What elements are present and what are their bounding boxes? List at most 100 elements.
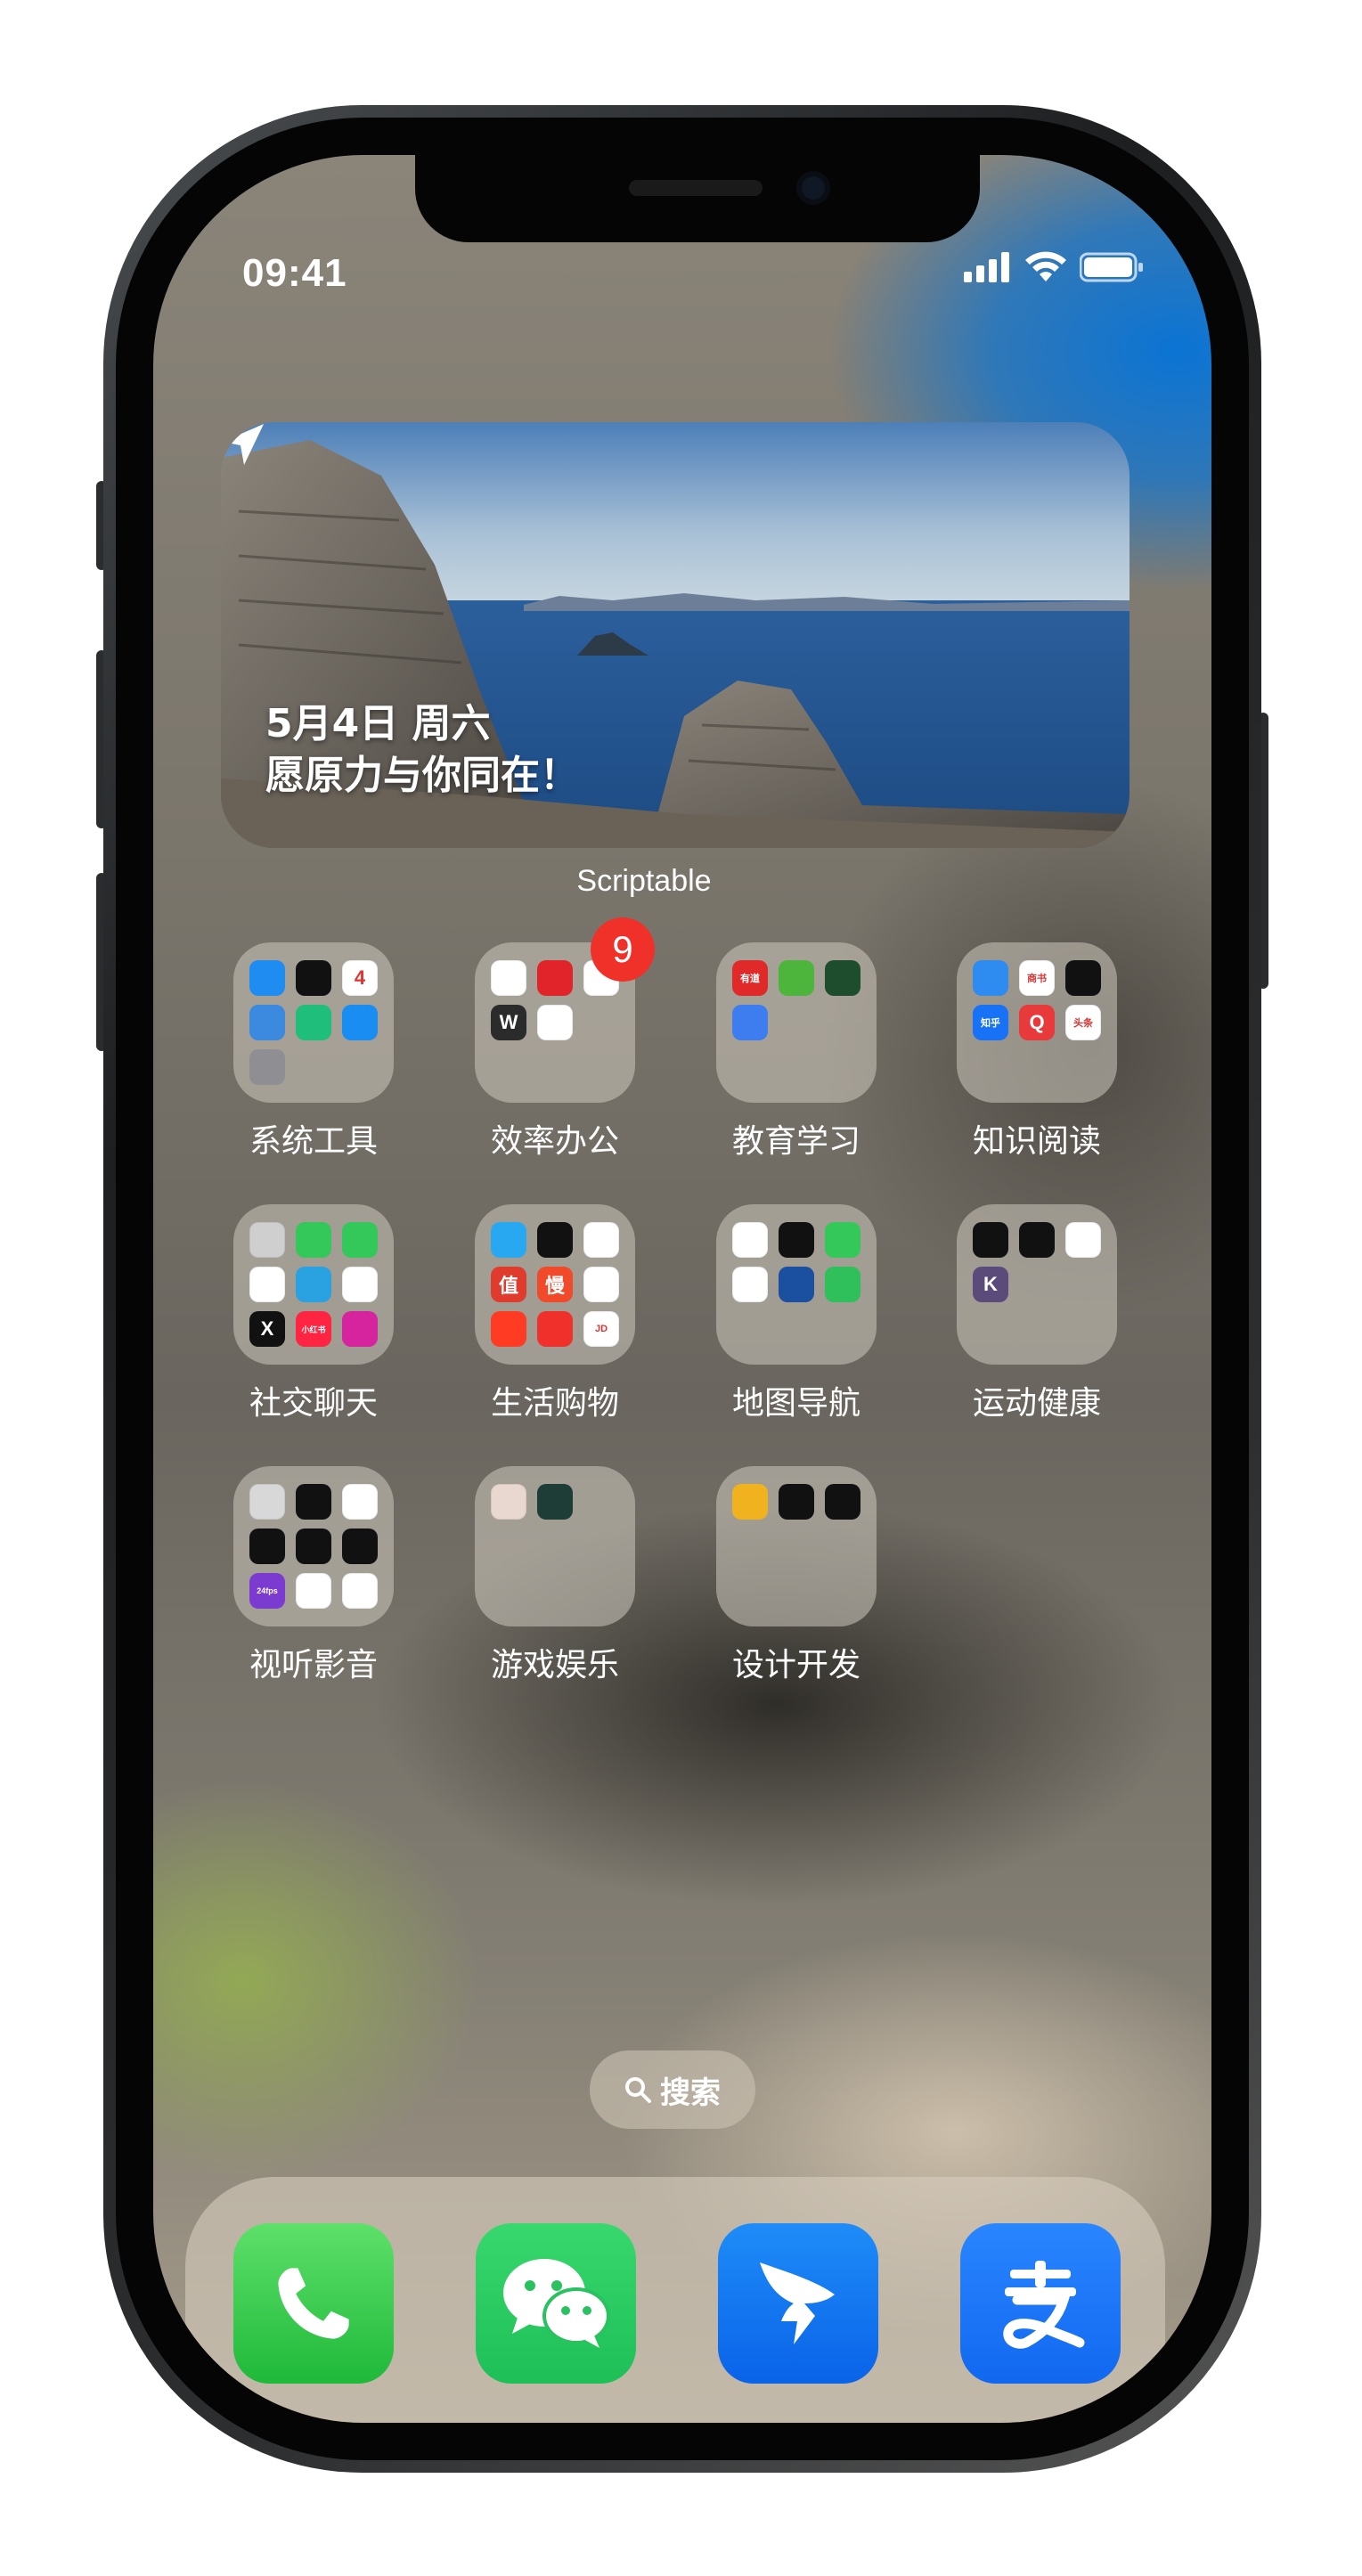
pen-icon: [732, 1005, 768, 1040]
phone-app[interactable]: [233, 2223, 394, 2384]
signal-icon: [964, 252, 1009, 282]
safari-icon: [249, 960, 285, 996]
folder-6[interactable]: 值慢 JD 生活购物: [475, 1204, 635, 1423]
lens-icon: [296, 1484, 331, 1520]
status-icons: [964, 251, 1144, 283]
man-icon: 慢: [537, 1267, 573, 1302]
wechat-app[interactable]: [476, 2223, 636, 2384]
messages-icon: [296, 1222, 331, 1258]
folder-4[interactable]: 商书 知乎 Q 头条 知识阅读: [957, 942, 1117, 1162]
folder-preview: 商书 知乎 Q 头条: [957, 942, 1117, 1103]
folder-2[interactable]: W 9 效率办公: [475, 917, 655, 1162]
dingtalk-app[interactable]: [718, 2223, 878, 2384]
folder-label: 游戏娱乐: [490, 1647, 619, 1683]
facetime-icon: [342, 1222, 378, 1258]
battery-icon: [1080, 252, 1143, 282]
folder-3[interactable]: 有道 教育学习: [716, 942, 877, 1162]
keep-icon: K: [973, 1267, 1008, 1302]
notification-badge: 9: [591, 917, 655, 982]
youdao-icon: 有道: [732, 960, 768, 996]
capcut-icon: [342, 1528, 378, 1564]
speaker: [629, 180, 763, 196]
play-icon: [825, 960, 860, 996]
rpg-game-icon: [537, 1484, 573, 1520]
folder-preview: [475, 1466, 635, 1626]
ding-icon: [491, 960, 526, 996]
search-icon: [625, 2077, 651, 2103]
folder-preview: [716, 1466, 877, 1626]
folder-5[interactable]: X 小红书社交聊天: [233, 1204, 394, 1423]
folder-label: 社交聊天: [249, 1385, 378, 1422]
folder-11[interactable]: 设计开发: [716, 1466, 877, 1685]
music-app-icon: [537, 960, 573, 996]
app-store-icon: [342, 1005, 378, 1040]
link-icon: [583, 1267, 619, 1302]
telegram-icon: [296, 1267, 331, 1302]
phone-icon: [278, 2268, 349, 2339]
weibo-icon: [342, 1267, 378, 1302]
wps-icon: W: [491, 1005, 526, 1040]
location-arrow-icon: [223, 424, 264, 465]
folder-preview: 24fps: [233, 1466, 394, 1626]
xiaohongshu-icon: 小红书: [296, 1311, 331, 1347]
amap-icon: [825, 1267, 860, 1302]
books-icon: 商书: [1019, 960, 1055, 996]
health-icon: [1065, 1222, 1101, 1258]
weather-icon: [249, 1005, 285, 1040]
folder-label: 生活购物: [490, 1385, 619, 1422]
folder-label: 视听影音: [249, 1647, 378, 1683]
folder-preview: X 小红书: [233, 1204, 394, 1365]
wave-icon: [296, 1573, 331, 1609]
x-icon: X: [249, 1311, 285, 1347]
folder-label: 系统工具: [249, 1123, 378, 1160]
find-my-icon: [825, 1222, 860, 1258]
circle-icon: [296, 1528, 331, 1564]
watch-icon: [973, 1222, 1008, 1258]
folder-preview: 4: [233, 942, 394, 1103]
metro-icon: [779, 1267, 814, 1302]
calendar-icon: 4: [342, 960, 378, 996]
toutiao-icon: 头条: [1065, 1005, 1101, 1040]
taobao-icon: [491, 1311, 526, 1347]
photos-icon: [342, 1484, 378, 1520]
search-label: 搜索: [660, 2075, 721, 2111]
jd-icon: JD: [583, 1311, 619, 1347]
folder-7[interactable]: 地图导航: [716, 1204, 877, 1423]
folder-9[interactable]: 24fps 视听影音: [233, 1466, 394, 1685]
folder-label: 效率办公: [490, 1123, 619, 1160]
gemini-icon: [825, 1484, 860, 1520]
folder-preview: K: [957, 1204, 1117, 1365]
widget-date-line: 5月4日 周六: [265, 701, 491, 746]
dock: [185, 2177, 1165, 2423]
mi-home-icon: [296, 1005, 331, 1040]
contacts-icon: [249, 1222, 285, 1258]
notch: [415, 155, 980, 242]
shop-icon: [583, 1222, 619, 1258]
anime-game-icon: [491, 1484, 526, 1520]
folder-label: 运动健康: [972, 1385, 1101, 1422]
flow-icon: [779, 1484, 814, 1520]
folder-10[interactable]: 游戏娱乐: [475, 1466, 635, 1685]
green-dot-icon: [249, 1528, 285, 1564]
cloud-icon: [537, 1005, 573, 1040]
widget-app-label: Scriptable: [576, 864, 712, 898]
pdd-icon: [537, 1311, 573, 1347]
reader-icon: [973, 960, 1008, 996]
24fps-icon: 24fps: [249, 1573, 285, 1609]
settings-icon: [249, 1049, 285, 1085]
cube-icon: [732, 1484, 768, 1520]
home-screen: 09:41 5月4日 周六 愿原力与你同在！ Scriptable 4 系统工具…: [153, 155, 1211, 2423]
folder-8[interactable]: K 运动健康: [957, 1204, 1117, 1423]
search-button[interactable]: 搜索: [590, 2050, 755, 2129]
widget-text: 5月4日 周六 愿原力与你同在！: [265, 698, 579, 802]
scriptable-widget[interactable]: 5月4日 周六 愿原力与你同在！: [221, 422, 1130, 848]
folder-preview: 有道: [716, 942, 877, 1103]
compass-icon: [779, 1222, 814, 1258]
wallet-icon: [537, 1222, 573, 1258]
maps-icon: [732, 1222, 768, 1258]
frame-icon: [342, 1573, 378, 1609]
alipay-app[interactable]: [960, 2223, 1121, 2384]
folder-1[interactable]: 4 系统工具: [233, 942, 394, 1162]
wifi-icon: [1025, 251, 1066, 281]
folder-preview: 值慢 JD: [475, 1204, 635, 1365]
